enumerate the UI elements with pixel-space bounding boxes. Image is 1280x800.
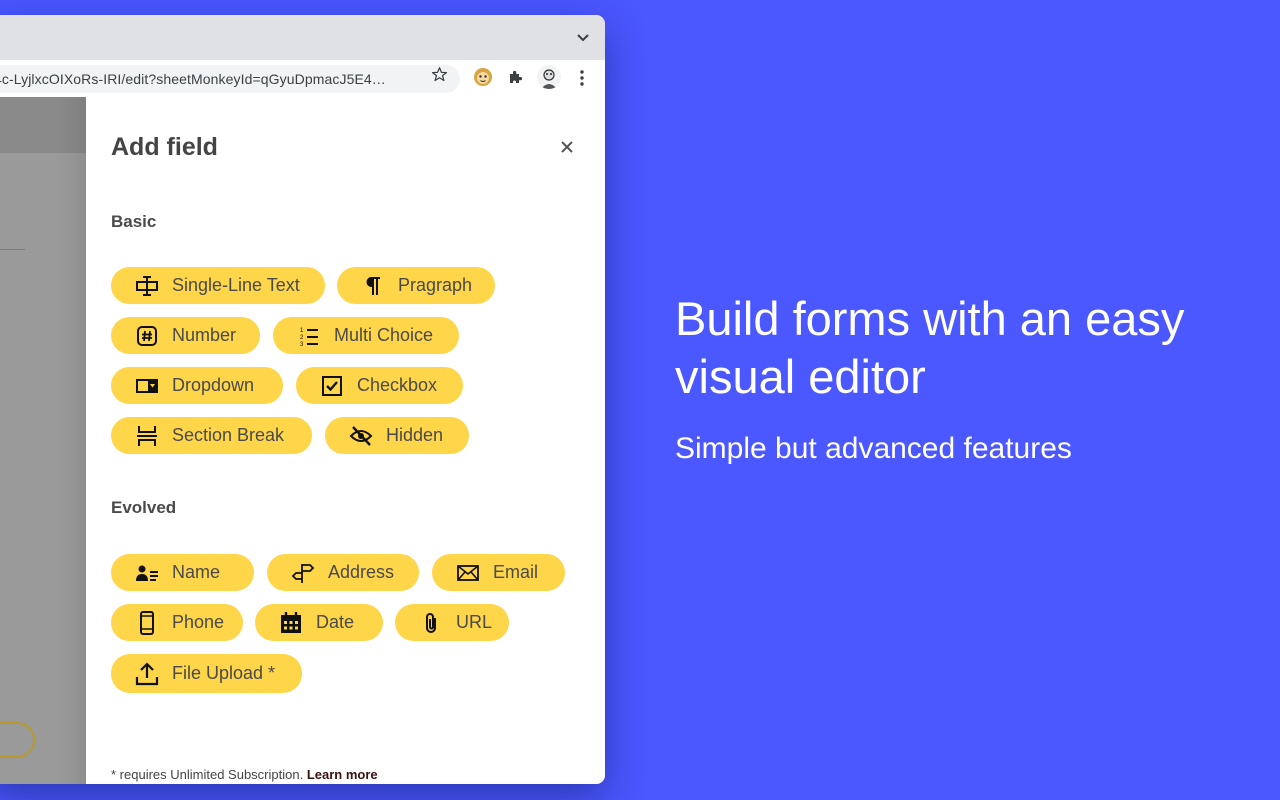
- svg-text:3: 3: [300, 342, 304, 348]
- browser-menu-icon[interactable]: [575, 68, 589, 88]
- hash-box-icon: [135, 324, 159, 348]
- browser-toolbar: 4c-LyjlxcOIXoRs-IRI/edit?sheetMonkeyId=q…: [0, 60, 605, 98]
- backdrop-button-outline: [0, 722, 35, 758]
- field-label: File Upload *: [172, 663, 276, 683]
- field-label: URL: [456, 612, 493, 632]
- field-label: Address: [328, 562, 395, 582]
- field-hidden-button[interactable]: Hidden: [325, 417, 469, 454]
- eye-off-icon: [349, 424, 373, 448]
- field-phone-button[interactable]: Phone: [111, 604, 243, 641]
- page-content: Add field Basic Single-Line Text Pragrap…: [0, 97, 605, 784]
- dimmed-sheet-backdrop[interactable]: [0, 97, 86, 784]
- field-label: Single-Line Text: [172, 275, 300, 295]
- calendar-icon: [279, 611, 303, 635]
- field-address-button[interactable]: Address: [267, 554, 419, 591]
- tab-strip: [0, 15, 605, 60]
- field-label: Multi Choice: [334, 325, 434, 345]
- add-field-panel: Add field Basic Single-Line Text Pragrap…: [86, 97, 605, 784]
- promo-headline: Build forms with an easy visual editor: [675, 292, 1185, 403]
- upload-icon: [135, 661, 159, 686]
- field-paragraph-button[interactable]: Pragraph: [337, 267, 495, 304]
- basic-section-heading: Basic: [111, 212, 157, 231]
- field-single-line-text-button[interactable]: Single-Line Text: [111, 267, 325, 304]
- bookmark-star-icon[interactable]: [431, 66, 448, 83]
- field-date-button[interactable]: Date: [255, 604, 383, 641]
- dropdown-icon: [135, 374, 159, 398]
- field-label: Checkbox: [357, 375, 438, 395]
- browser-window: 4c-LyjlxcOIXoRs-IRI/edit?sheetMonkeyId=q…: [0, 15, 605, 784]
- field-label: Section Break: [172, 425, 285, 445]
- pilcrow-icon: [361, 274, 385, 298]
- field-section-break-button[interactable]: Section Break: [111, 417, 312, 454]
- section-break-icon: [135, 424, 159, 448]
- learn-more-link[interactable]: Learn more: [307, 767, 378, 782]
- field-label: Number: [172, 325, 237, 345]
- profile-avatar[interactable]: [537, 65, 561, 89]
- field-checkbox-button[interactable]: Checkbox: [296, 367, 463, 404]
- field-number-button[interactable]: Number: [111, 317, 260, 354]
- evolved-section-heading: Evolved: [111, 498, 177, 517]
- field-name-button[interactable]: Name: [111, 554, 254, 591]
- field-dropdown-button[interactable]: Dropdown: [111, 367, 283, 404]
- field-url-button[interactable]: URL: [395, 604, 509, 641]
- text-cursor-icon: [135, 274, 159, 298]
- promo-subhead: Simple but advanced features: [675, 432, 1072, 465]
- field-email-button[interactable]: Email: [432, 554, 565, 591]
- field-label: Phone: [172, 612, 225, 632]
- numbered-list-icon: 123: [297, 324, 321, 348]
- signpost-icon: [291, 561, 315, 585]
- field-label: Dropdown: [172, 375, 255, 395]
- checkbox-icon: [320, 374, 344, 398]
- phone-icon: [135, 610, 159, 635]
- person-card-icon: [135, 561, 159, 585]
- svg-text:1: 1: [300, 328, 304, 334]
- field-file-upload-button[interactable]: File Upload *: [111, 654, 302, 693]
- extensions-puzzle-icon[interactable]: [507, 68, 525, 86]
- address-bar[interactable]: 4c-LyjlxcOIXoRs-IRI/edit?sheetMonkeyId=q…: [0, 65, 460, 93]
- paperclip-icon: [419, 611, 443, 635]
- close-icon[interactable]: [559, 139, 575, 155]
- field-label: Email: [493, 562, 539, 582]
- svg-text:2: 2: [300, 335, 304, 341]
- chevron-down-icon[interactable]: [575, 29, 591, 45]
- sheet-monkey-extension-icon[interactable]: [473, 67, 493, 87]
- field-label: Pragraph: [398, 275, 473, 295]
- panel-title: Add field: [111, 133, 218, 161]
- url-text[interactable]: 4c-LyjlxcOIXoRs-IRI/edit?sheetMonkeyId=q…: [0, 71, 386, 87]
- field-label: Date: [316, 612, 355, 632]
- envelope-icon: [456, 561, 480, 585]
- field-multi-choice-button[interactable]: 123 Multi Choice: [273, 317, 459, 354]
- field-label: Name: [172, 562, 221, 582]
- subscription-footnote: * requires Unlimited Subscription. Learn…: [111, 767, 378, 782]
- field-label: Hidden: [386, 425, 444, 445]
